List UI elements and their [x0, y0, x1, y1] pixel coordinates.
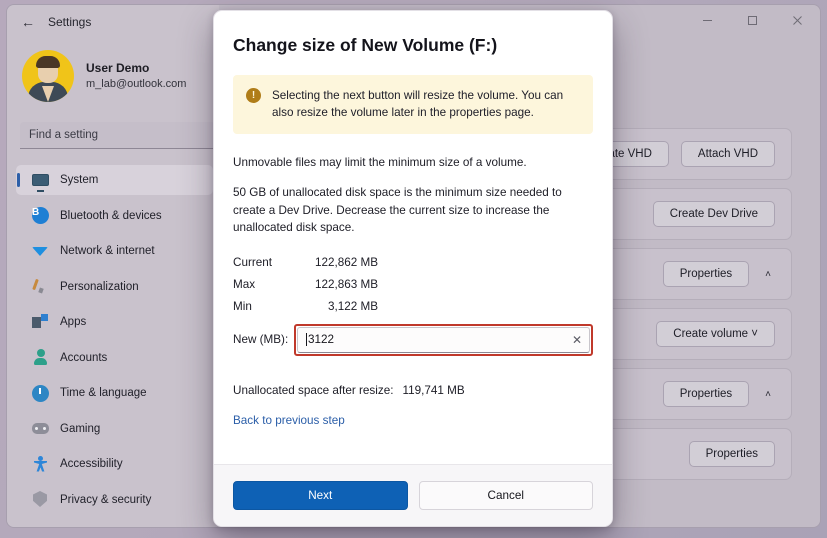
sidebar-item-accessibility[interactable]: Accessibility: [16, 449, 213, 479]
sidebar-item-accounts[interactable]: Accounts: [16, 343, 213, 373]
dialog-title: Change size of New Volume (F:): [233, 35, 498, 55]
update-icon: [32, 526, 49, 527]
card-button-label: Create volume: [673, 328, 749, 340]
chevron-up-icon[interactable]: ˄: [761, 389, 775, 400]
new-size-highlight: 3122 ✕: [294, 323, 593, 356]
new-size-row: New (MB): 3122 ✕: [233, 323, 593, 356]
size-values-table: Current 122,862 MB Max 122,863 MB Min 3,122 M…: [233, 252, 593, 318]
sidebar-item-label: Accessibility: [60, 458, 123, 470]
size-row-key: Current: [233, 256, 272, 270]
paragraph-dev-drive-requirement: 50 GB of unallocated disk space is the m…: [233, 185, 562, 235]
sidebar-item-windows-update[interactable]: Windows Update: [16, 520, 213, 527]
user-profile[interactable]: User Demo m_lab@outlook.com: [22, 50, 186, 102]
sidebar-nav: System B Bluetooth & devices Network & inte…: [16, 165, 213, 527]
sidebar-item-label: Bluetooth & devices: [60, 209, 162, 222]
size-row-key: Min: [233, 300, 252, 314]
sidebar-item-label: Accounts: [60, 351, 108, 364]
sidebar-item-label: Network & internet: [60, 245, 155, 257]
shield-icon: [32, 491, 49, 508]
accessibility-icon: [32, 456, 49, 473]
sidebar-item-system[interactable]: System: [16, 165, 213, 195]
unallocated-after-resize: Unallocated space after resize: 119,741 …: [233, 384, 593, 397]
apps-icon: [32, 314, 49, 331]
size-row-key: Max: [233, 278, 256, 292]
card-button-attach-vhd[interactable]: Attach VHD: [680, 141, 775, 167]
card-button-create-dev-drive[interactable]: Create Dev Drive: [652, 201, 775, 227]
card-button-label: Properties: [705, 448, 758, 460]
sidebar-item-apps[interactable]: Apps: [16, 307, 213, 337]
sidebar-header: ← Settings: [21, 15, 91, 29]
clock-icon: [32, 384, 49, 402]
back-arrow-icon[interactable]: ←: [21, 15, 35, 29]
next-button[interactable]: Next: [233, 481, 408, 510]
sidebar-item-label: Personalization: [60, 280, 139, 293]
card-button-properties[interactable]: Properties: [662, 261, 750, 287]
monitor-icon: [32, 172, 49, 189]
size-row-value: 122,862 MB: [314, 256, 378, 270]
sidebar-item-label: Apps: [60, 316, 87, 328]
new-size-label: New (MB):: [233, 333, 289, 347]
size-row: Max 122,863 MB: [233, 274, 593, 296]
card-button-properties[interactable]: Properties: [662, 381, 750, 407]
new-size-input[interactable]: 3122 ✕: [297, 326, 590, 353]
unallocated-label: Unallocated space after resize:: [233, 383, 394, 397]
card-button-label: Properties: [679, 268, 733, 280]
size-row-value: 3,122 MB: [327, 300, 378, 314]
text-caret: [306, 333, 307, 347]
screen: ← Settings User Demo m_lab@outlook.com F…: [0, 0, 827, 538]
profile-email: m_lab@outlook.com: [86, 77, 187, 90]
warning-text: Selecting the next button will resize th…: [272, 89, 564, 120]
account-icon: [32, 349, 49, 366]
back-to-previous-step-link[interactable]: Back to previous step: [233, 414, 345, 427]
gamepad-icon: [32, 420, 49, 437]
profile-name: User Demo: [86, 61, 150, 76]
paragraph-unmovable-files: Unmovable files may limit the minimum si…: [233, 156, 527, 170]
cancel-button[interactable]: Cancel: [418, 481, 593, 510]
size-row: Current 122,862 MB: [233, 252, 593, 274]
dialog-body: Change size of New Volume (F:) ! Selecti…: [214, 11, 612, 464]
search-input[interactable]: Find a setting: [29, 129, 98, 141]
size-row: Min 3,122 MB: [233, 296, 593, 318]
avatar: [22, 50, 74, 102]
new-size-value: 3122: [308, 333, 335, 347]
sidebar-item-gaming[interactable]: Gaming: [16, 414, 213, 444]
sidebar-item-time-language[interactable]: Time & language: [16, 378, 213, 408]
sidebar-item-label: System: [60, 174, 99, 186]
chevron-down-icon: ˅: [748, 328, 758, 340]
card-button-create-volume[interactable]: Create volume ˅: [656, 321, 775, 347]
warning-banner: ! Selecting the next button will resize …: [233, 75, 593, 135]
card-button-label: Attach VHD: [697, 148, 758, 160]
paintbrush-icon: [32, 278, 49, 295]
app-title: Settings: [48, 15, 92, 29]
sidebar-item-label: Time & language: [60, 387, 147, 399]
card-button-label: Properties: [679, 388, 733, 400]
size-row-value: 122,863 MB: [314, 278, 378, 292]
resize-volume-dialog: Change size of New Volume (F:) ! Selecti…: [213, 10, 613, 527]
chevron-up-icon[interactable]: ˄: [761, 269, 775, 280]
sidebar-item-privacy-security[interactable]: Privacy & security: [16, 485, 213, 515]
sidebar-item-label: Gaming: [60, 422, 101, 435]
sidebar-item-personalization[interactable]: Personalization: [16, 272, 213, 302]
sidebar: ← Settings User Demo m_lab@outlook.com F…: [7, 5, 219, 527]
sidebar-item-bluetooth-devices[interactable]: B Bluetooth & devices: [16, 201, 213, 231]
wifi-icon: [32, 243, 49, 260]
sidebar-item-label: Privacy & security: [60, 493, 152, 506]
warning-icon: !: [246, 88, 261, 103]
card-button-label: Create Dev Drive: [669, 208, 758, 220]
card-button-properties[interactable]: Properties: [688, 441, 775, 467]
dialog-footer: Next Cancel: [214, 464, 612, 526]
clear-icon[interactable]: ✕: [572, 334, 582, 346]
unallocated-value: 119,741 MB: [402, 383, 465, 397]
bluetooth-icon: B: [32, 207, 49, 224]
sidebar-item-network-internet[interactable]: Network & internet: [16, 236, 213, 266]
search-box[interactable]: Find a setting: [20, 122, 216, 149]
